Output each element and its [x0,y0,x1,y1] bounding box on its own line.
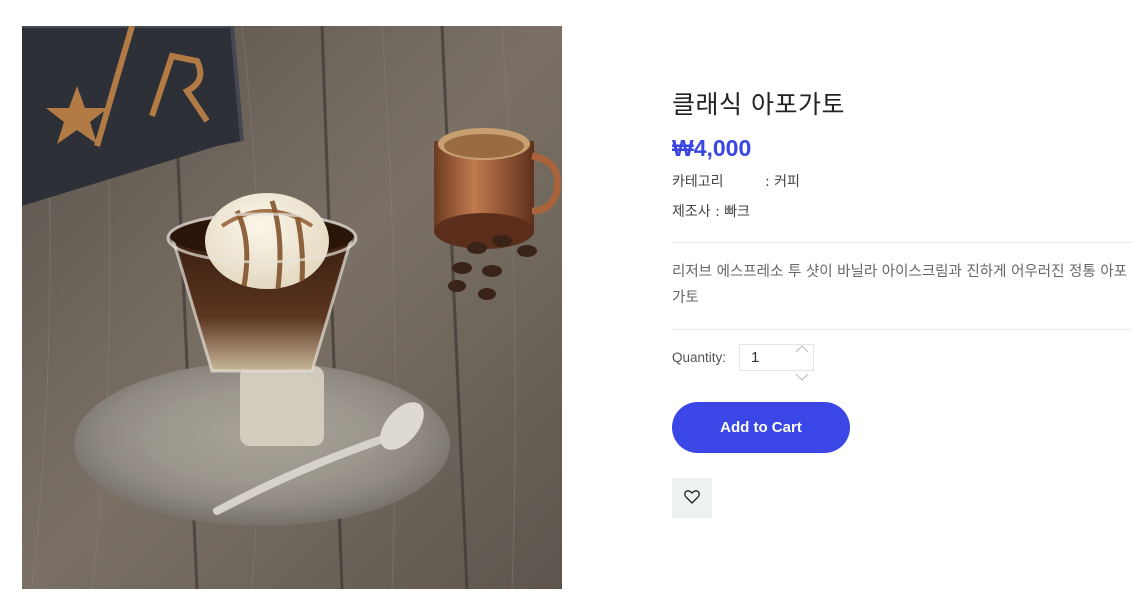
quantity-label: Quantity: [672,349,727,365]
wishlist-button[interactable] [672,478,712,518]
quantity-stepper [739,343,815,381]
product-title: 클래식 아포가토 [672,90,845,119]
maker-label: 제조사 : 빠크 [672,204,751,220]
product-info: 클래식 아포가토 ₩4,000 카테고리 : 커피 제조사 : 빠크 리저브 에… [672,88,1132,518]
quantity-row: Quantity: [672,330,1132,381]
chevron-up-icon[interactable] [795,339,809,352]
maker-row: 제조사 : 빠크 [672,197,1132,227]
product-image [22,26,562,589]
category-row: 카테고리 : 커피 [672,167,1132,197]
chevron-down-icon[interactable] [795,367,809,381]
heart-icon [684,489,700,507]
category-label: 카테고리 [672,174,724,190]
product-meta: 카테고리 : 커피 제조사 : 빠크 [672,167,1132,227]
quantity-input[interactable] [740,344,792,370]
product-description: 리저브 에스프레소 투 샷이 바닐라 아이스크림과 진하게 어우러진 정통 아포… [672,264,1128,306]
category-value: : 커피 [765,174,800,190]
product-price: ₩4,000 [672,135,752,161]
add-to-cart-button[interactable]: Add to Cart [672,402,850,453]
